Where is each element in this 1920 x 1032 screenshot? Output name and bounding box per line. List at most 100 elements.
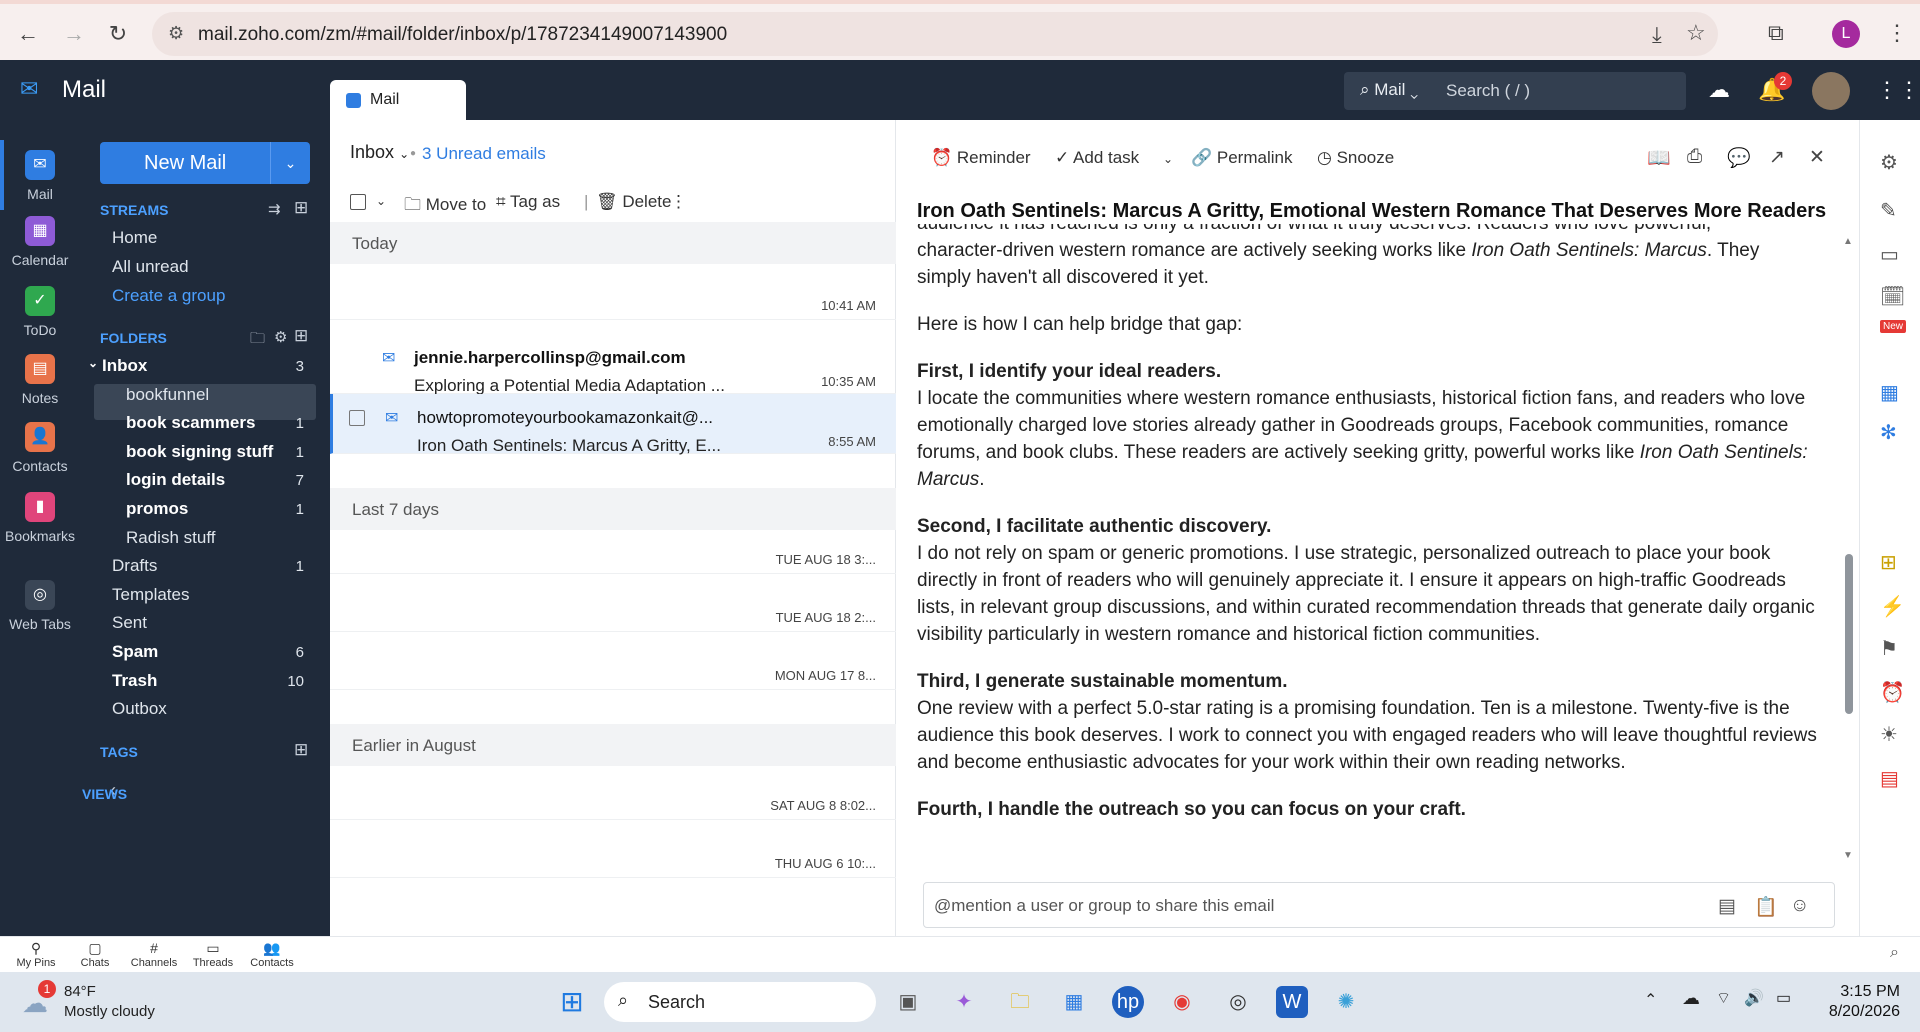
scroll-up-icon[interactable]: ▲	[1843, 236, 1853, 247]
new-folder-icon[interactable]: 🗀	[250, 328, 265, 353]
scroll-down-icon[interactable]: ▼	[1843, 850, 1853, 861]
status-icon[interactable]: ☀	[1880, 722, 1898, 747]
add-note-icon[interactable]: ⊞	[1880, 550, 1897, 575]
folder-templates[interactable]: Templates	[112, 585, 312, 605]
message-row[interactable]: THU AUG 6 10:...	[330, 822, 896, 878]
app-icon[interactable]: ◎	[1222, 986, 1254, 1018]
app-grid-icon[interactable]: ⋮⋮	[1876, 77, 1920, 103]
reload-icon[interactable]: ↻	[100, 16, 136, 52]
comment-icon[interactable]: 💬	[1727, 146, 1751, 170]
onedrive-icon[interactable]: ☁	[1682, 988, 1700, 1009]
pin-threads[interactable]: ▭ Threads	[183, 939, 243, 969]
alarm-icon[interactable]: ⏰	[1880, 680, 1905, 705]
stream-all-unread[interactable]: All unread	[112, 257, 312, 277]
mail-flag-icon[interactable]: ⚑	[1880, 636, 1898, 661]
select-all-checkbox[interactable]	[350, 194, 366, 210]
permalink-button[interactable]: 🔗 Permalink	[1191, 148, 1292, 168]
pin-my-pins[interactable]: ⚲ My Pins	[6, 939, 66, 969]
rail-item-web-tabs[interactable]: ◎ Web Tabs	[0, 580, 80, 632]
user-avatar[interactable]	[1812, 72, 1850, 110]
folder-spam[interactable]: Spam 6	[112, 642, 312, 662]
rail-item-notes[interactable]: ▤ Notes	[0, 354, 80, 406]
site-settings-icon[interactable]: ⚙	[168, 23, 184, 44]
analytics-icon[interactable]: ▦	[1880, 380, 1899, 405]
folder-expand-icon[interactable]: ⌄	[88, 356, 98, 370]
calendar-icon[interactable]: 🗓	[1880, 284, 1905, 309]
message-row[interactable]: TUE AUG 18 3:...	[330, 518, 896, 574]
install-app-icon[interactable]: ⤓	[1652, 22, 1662, 48]
taskbar-clock[interactable]: 3:15 PM 8/20/2026	[1790, 982, 1900, 1022]
stream-home[interactable]: Home	[112, 228, 312, 248]
window-icon[interactable]: ▭	[1880, 242, 1899, 267]
message-row[interactable]: ✉ howtopromoteyourbookamazonkait@... Iron …	[330, 394, 896, 455]
hp-icon[interactable]: hp	[1112, 986, 1144, 1018]
print-icon[interactable]: ⎙	[1687, 146, 1702, 168]
folder-outbox[interactable]: Outbox	[112, 699, 312, 719]
weather-widget[interactable]: 84°F Mostly cloudy	[64, 982, 155, 1022]
forward-icon[interactable]: →	[56, 16, 92, 52]
folder-bookfunnel[interactable]: bookfunnel	[126, 385, 312, 405]
folder-drafts[interactable]: Drafts 1	[112, 556, 312, 576]
row-checkbox[interactable]	[349, 410, 365, 426]
rail-item-contacts[interactable]: 👤 Contacts	[0, 422, 80, 474]
browser-profile-avatar[interactable]: L	[1832, 20, 1860, 48]
snooze-button[interactable]: ◷ Snooze	[1317, 148, 1394, 168]
pin-contacts[interactable]: 👥 Contacts	[242, 939, 302, 969]
reminder-button[interactable]: ⏰ Reminder	[931, 148, 1031, 168]
message-row[interactable]: SAT AUG 8 8:02...	[330, 764, 896, 820]
add-task-dropdown-icon[interactable]: ⌄	[1163, 152, 1173, 166]
task-view-icon[interactable]: ▣	[892, 986, 924, 1018]
lightning-icon[interactable]: ⚡	[1880, 594, 1905, 619]
move-to-button[interactable]: 🗀 Move to	[404, 192, 486, 221]
file-explorer-icon[interactable]: 🗀	[1004, 986, 1036, 1018]
battery-icon[interactable]: ▭	[1776, 988, 1791, 1008]
unread-count[interactable]: 3 Unread emails	[422, 144, 546, 164]
emoji-icon[interactable]: ☺	[1790, 895, 1809, 917]
tag-as-button[interactable]: ⌗ Tag as	[496, 192, 560, 212]
folder-radish-stuff[interactable]: Radish stuff	[126, 528, 312, 548]
folder-book-signing-stuff[interactable]: book signing stuff 1	[126, 442, 312, 462]
notes-icon[interactable]: ▤	[1718, 895, 1736, 918]
rail-item-mail[interactable]: ✉ Mail	[0, 150, 80, 202]
game-icon[interactable]: ✺	[1330, 986, 1362, 1018]
volume-icon[interactable]: 🔊	[1744, 988, 1764, 1008]
pop-out-icon[interactable]: ↗	[1769, 146, 1785, 169]
search-input[interactable]: Search ( / )	[1446, 81, 1530, 101]
folder-login-details[interactable]: login details 7	[126, 470, 312, 490]
cloud-sync-icon[interactable]: ☁	[1708, 77, 1730, 103]
address-bar[interactable]: ⚙ mail.zoho.com/zm/#mail/folder/inbox/p/…	[152, 12, 1718, 56]
word-icon[interactable]: W	[1276, 986, 1308, 1018]
new-mail-dropdown-icon[interactable]: ⌄	[270, 142, 310, 184]
tab-mail[interactable]: Mail	[330, 80, 466, 120]
chrome-icon[interactable]: ◉	[1166, 986, 1198, 1018]
store-icon[interactable]: ▦	[1058, 986, 1090, 1018]
message-row[interactable]: ✉ jennie.harpercollinsp@gmail.com Explorin…	[330, 334, 896, 395]
search-scope[interactable]: ⌕ Mail ⌄	[1360, 80, 1418, 100]
stream-filter-icon[interactable]: ⇉	[268, 200, 281, 218]
reading-mode-icon[interactable]: 📖	[1647, 146, 1671, 170]
rail-item-todo[interactable]: ✓ ToDo	[0, 286, 80, 338]
scrollbar-thumb[interactable]	[1845, 554, 1853, 714]
windows-start-icon[interactable]: ⊞	[556, 986, 588, 1018]
back-icon[interactable]: ←	[10, 16, 46, 52]
folder-promos[interactable]: promos 1	[126, 499, 312, 519]
new-mail-button[interactable]: New Mail ⌄	[100, 142, 310, 184]
folder-settings-icon[interactable]: ⚙	[274, 328, 287, 346]
folder-trash[interactable]: Trash 10	[112, 671, 312, 691]
delete-button[interactable]: 🗑 Delete	[596, 192, 671, 212]
settings-gear-icon[interactable]: ⚙	[1880, 150, 1898, 175]
pin-chats[interactable]: ▢ Chats	[65, 939, 125, 969]
select-options-icon[interactable]: ⌄	[376, 194, 386, 208]
integration-icon[interactable]: ✻	[1880, 420, 1897, 445]
taskbar-search[interactable]: ⌕ Search	[604, 982, 876, 1022]
folder-sent[interactable]: Sent	[112, 613, 312, 633]
more-actions-icon[interactable]: ⋮	[670, 192, 687, 212]
copilot-icon[interactable]: ✦	[948, 986, 980, 1018]
folder-inbox[interactable]: ⌄ Inbox 3	[88, 356, 312, 376]
close-icon[interactable]: ✕	[1809, 146, 1825, 169]
extensions-icon[interactable]: ⧉	[1768, 20, 1784, 46]
add-tag-icon[interactable]: ⊞	[294, 740, 308, 760]
bookmark-star-icon[interactable]: ☆	[1686, 20, 1706, 46]
folder-book-scammers[interactable]: book scammers 1	[126, 413, 312, 433]
search-box[interactable]: ⌕ Mail ⌄ Search ( / )	[1344, 72, 1686, 110]
